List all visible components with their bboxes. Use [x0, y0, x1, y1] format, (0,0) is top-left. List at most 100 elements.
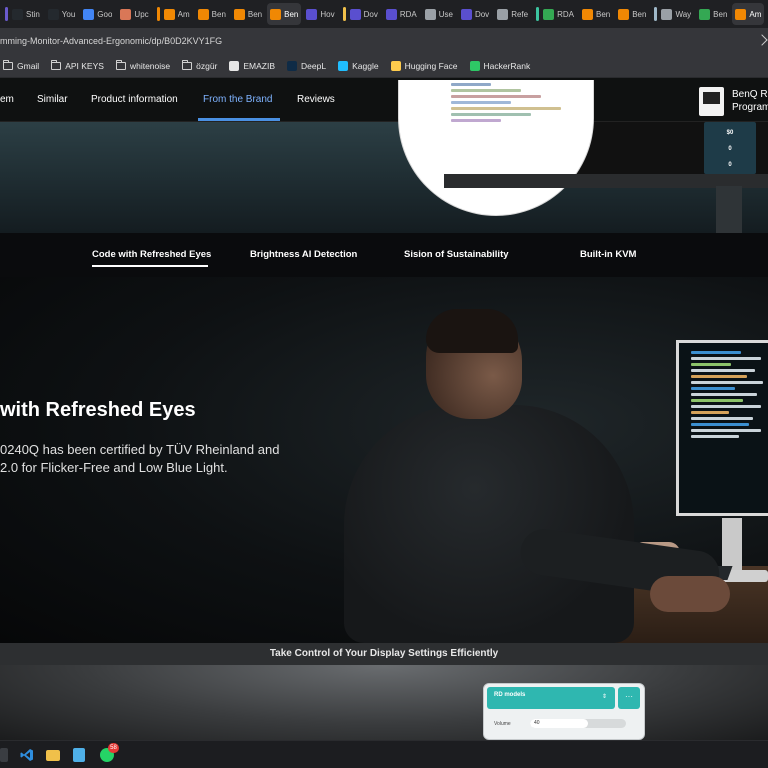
- notepad-icon[interactable]: [73, 748, 85, 762]
- browser-tab[interactable]: Ben: [195, 3, 229, 25]
- bookmark-item[interactable]: Gmail: [3, 59, 39, 71]
- tab-group-marker[interactable]: [156, 7, 160, 21]
- hero-body-line1: 0240Q has been certified by TÜV Rheinlan…: [0, 442, 280, 457]
- feature-tab-underline: [92, 265, 208, 267]
- folder-icon: [115, 59, 126, 70]
- kaggle-icon: [338, 60, 349, 71]
- product-nav: em Similar Product information From the …: [0, 78, 768, 122]
- amazon-icon: [163, 8, 175, 20]
- bookmarks-bar: Gmail API KEYS whitenoise özgür EMAZIB DeepL K…: [0, 54, 768, 78]
- browser-tab[interactable]: RDA: [383, 3, 420, 25]
- browser-tab[interactable]: You: [45, 3, 79, 25]
- bookmark-item[interactable]: whitenoise: [115, 59, 170, 71]
- product-thumbnail[interactable]: [699, 87, 724, 116]
- browser-tab[interactable]: Upc: [117, 3, 151, 25]
- browser-tab-label: Use: [438, 9, 453, 19]
- browser-tab[interactable]: Goo: [80, 3, 115, 25]
- bookmark-item[interactable]: HackerRank: [469, 60, 531, 71]
- browser-tab-label: Ben: [713, 9, 728, 19]
- browser-tab[interactable]: Ben: [267, 3, 302, 25]
- hero-body: 0240Q has been certified by TÜV Rheinlan…: [0, 441, 300, 477]
- browser-tab[interactable]: RDA: [533, 3, 577, 25]
- tab-group-marker[interactable]: [536, 7, 540, 21]
- browser-tab-label: Way: [675, 9, 692, 19]
- browser-tab[interactable]: Hov: [303, 3, 337, 25]
- claude-icon: [120, 8, 132, 20]
- nav-item-from-the-brand[interactable]: From the Brand: [203, 78, 272, 122]
- sort-arrows-icon[interactable]: ⇕: [602, 693, 607, 700]
- browser-tab-label: You: [61, 9, 76, 19]
- browser-tab[interactable]: Dov: [458, 3, 492, 25]
- browser-tab[interactable]: Ben: [615, 3, 649, 25]
- amazon-icon: [270, 8, 282, 20]
- file-explorer-icon[interactable]: [46, 750, 60, 761]
- browser-tab[interactable]: Ben: [579, 3, 613, 25]
- vscode-icon[interactable]: [20, 748, 34, 762]
- nav-item-similar[interactable]: Similar: [37, 78, 68, 122]
- bookmark-label: DeepL: [301, 60, 327, 71]
- bottom-preview: [0, 665, 768, 740]
- feature-tab-sision-of-sustainability[interactable]: Sision of Sustainability: [404, 249, 509, 260]
- more-menu-icon[interactable]: ···: [618, 687, 640, 709]
- section-banner: Take Control of Your Display Settings Ef…: [0, 643, 768, 665]
- tab-group-marker[interactable]: [342, 7, 346, 21]
- browser-tab[interactable]: Use: [422, 3, 456, 25]
- browser-tab[interactable]: Ben: [696, 3, 730, 25]
- bookmark-item[interactable]: API KEYS: [51, 59, 104, 71]
- tab-group-marker[interactable]: [5, 7, 8, 21]
- browser-tab-label: Goo: [97, 9, 113, 19]
- browser-tab[interactable]: Am: [154, 3, 193, 25]
- bookmark-item[interactable]: özgür: [182, 59, 218, 71]
- hub-icon: [385, 8, 397, 20]
- feature-tab-built-in-kvm[interactable]: Built-in KVM: [580, 249, 636, 260]
- hero-heading: with Refreshed Eyes: [0, 399, 196, 421]
- chevron-icon[interactable]: [756, 34, 768, 46]
- github-icon: [12, 8, 23, 20]
- feature-tab-code-with-refreshed-eyes[interactable]: Code with Refreshed Eyes: [92, 249, 211, 260]
- amazon-icon: [233, 8, 245, 20]
- url-text[interactable]: mming-Monitor-Advanced-Ergonomic/dp/B0D2…: [0, 36, 222, 46]
- browser-tab[interactable]: Stin: [2, 3, 43, 25]
- amazon-icon: [197, 8, 209, 20]
- bookmark-item[interactable]: DeepL: [287, 60, 327, 71]
- bookmark-item[interactable]: Kaggle: [338, 60, 379, 71]
- browser-tab-strip: Stin You Goo Upc Am Ben Ben Ben Hov Dov RDA Use Dov R…: [0, 0, 768, 28]
- bookmark-label: Kaggle: [352, 60, 379, 71]
- feature-tab-brightness-ai-detection[interactable]: Brightness AI Detection: [250, 249, 357, 260]
- browser-tab-label: Ben: [247, 9, 263, 19]
- folder-icon: [182, 59, 193, 70]
- hub-icon: [349, 8, 361, 20]
- volume-slider[interactable]: [530, 719, 626, 728]
- tab-group-marker[interactable]: [654, 7, 658, 21]
- bookmark-label: Hugging Face: [404, 60, 458, 71]
- hub-icon: [460, 8, 472, 20]
- browser-tab[interactable]: Refe: [494, 3, 531, 25]
- product-title[interactable]: BenQ RD Program: [732, 88, 768, 114]
- hero-widget-panel: $0 0 0: [704, 122, 756, 174]
- address-bar[interactable]: mming-Monitor-Advanced-Ergonomic/dp/B0D2…: [0, 28, 768, 54]
- browser-tab-label: Refe: [511, 9, 529, 19]
- browser-tab[interactable]: Dov: [340, 3, 381, 25]
- section-title: Take Control of Your Display Settings Ef…: [269, 648, 499, 659]
- browser-tab-label: RDA: [399, 9, 417, 19]
- nav-item-reviews[interactable]: Reviews: [297, 78, 335, 122]
- nav-item-em[interactable]: em: [0, 78, 14, 122]
- bookmark-label: HackerRank: [483, 60, 531, 71]
- browser-tab[interactable]: Ben: [231, 3, 265, 25]
- rd-app-header[interactable]: [487, 687, 615, 709]
- browser-tab-label: Dov: [474, 9, 490, 19]
- person-hair: [426, 309, 518, 353]
- taskbar-app-icon[interactable]: [0, 748, 8, 762]
- browser-tab[interactable]: Way: [651, 3, 694, 25]
- nav-item-product-information[interactable]: Product information: [91, 78, 178, 122]
- hero-code-snippet: [590, 122, 700, 174]
- document-icon: [661, 8, 673, 20]
- power-icon: [699, 8, 711, 20]
- bookmark-item[interactable]: EMAZIB: [229, 60, 275, 71]
- hub-icon: [306, 8, 318, 20]
- bookmark-item[interactable]: Hugging Face: [390, 60, 458, 71]
- browser-tab[interactable]: Am: [732, 3, 765, 25]
- bookmark-label: özgür: [196, 60, 218, 71]
- panel-value-2: 0: [728, 146, 732, 152]
- google-gemini-icon: [83, 8, 95, 20]
